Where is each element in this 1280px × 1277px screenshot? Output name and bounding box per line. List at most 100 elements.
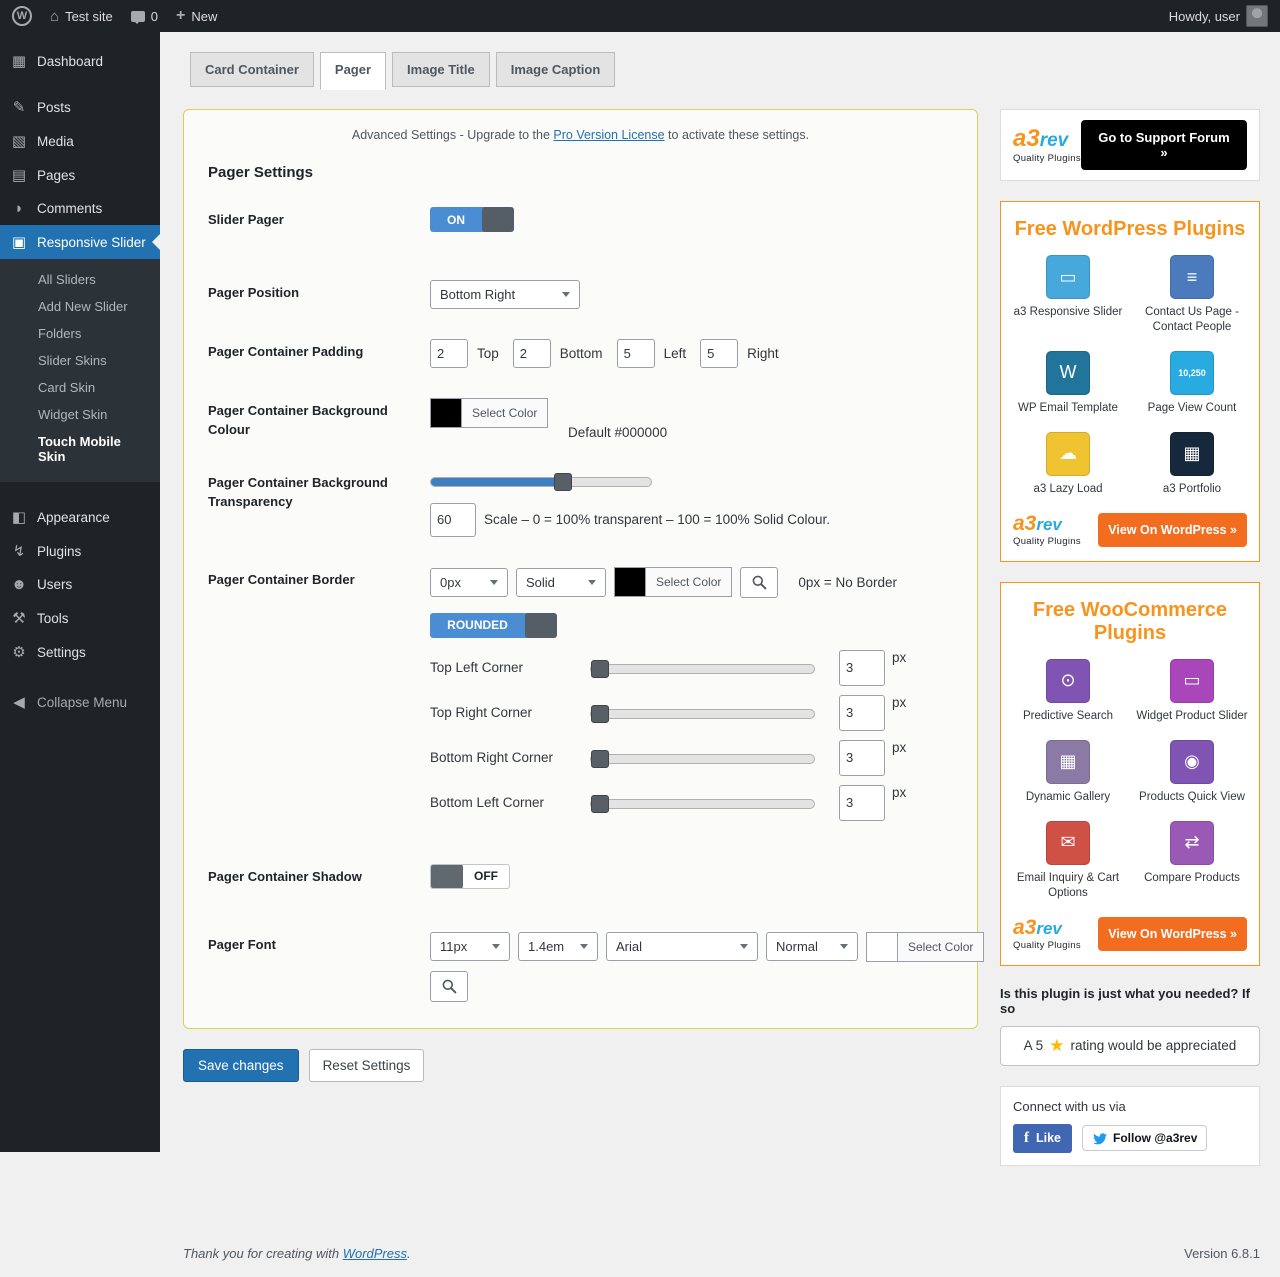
facebook-like-button[interactable]: f Like <box>1013 1124 1072 1153</box>
tab-image-title[interactable]: Image Title <box>392 52 490 87</box>
sidebar-sub-touch-mobile-skin[interactable]: Touch Mobile Skin <box>0 428 160 470</box>
font-weight-select[interactable]: Normal <box>766 932 858 961</box>
font-preview-button[interactable] <box>430 971 468 1002</box>
slider-handle[interactable] <box>591 660 609 678</box>
plugin-name: a3 Responsive Slider <box>1014 305 1123 320</box>
slider-handle[interactable] <box>591 750 609 768</box>
view-on-wordpress-button[interactable]: View On WordPress » <box>1098 917 1247 951</box>
padding-bottom-input[interactable] <box>513 339 551 368</box>
corner-radius-slider[interactable] <box>590 750 815 768</box>
view-on-wordpress-button[interactable]: View On WordPress » <box>1098 513 1247 547</box>
plugin-item[interactable]: ▦ Dynamic Gallery <box>1011 740 1125 805</box>
font-color-control[interactable]: Select Color <box>866 932 984 962</box>
slider-pager-toggle[interactable]: ON <box>430 207 514 232</box>
tab-pager[interactable]: Pager <box>320 52 386 90</box>
sidebar-item-collapse-menu[interactable]: ◀ Collapse Menu <box>0 685 160 719</box>
wordpress-logo-icon[interactable]: W <box>12 6 32 26</box>
font-size-select[interactable]: 11px <box>430 932 510 961</box>
howdy-label: Howdy, user <box>1169 9 1240 24</box>
support-forum-button[interactable]: Go to Support Forum » <box>1081 120 1247 170</box>
slider-track[interactable] <box>590 664 815 674</box>
plugin-item[interactable]: ◉ Products Quick View <box>1135 740 1249 805</box>
sidebar-item-media[interactable]: ▧ Media <box>0 124 160 158</box>
border-select-color-button[interactable]: Select Color <box>645 567 732 597</box>
sidebar-item-posts[interactable]: ✎ Posts <box>0 90 160 124</box>
sidebar-sub-slider-skins[interactable]: Slider Skins <box>0 347 160 374</box>
sidebar-sub-card-skin[interactable]: Card Skin <box>0 374 160 401</box>
slider-handle[interactable] <box>591 705 609 723</box>
slider-track[interactable] <box>590 709 815 719</box>
sidebar-item-settings[interactable]: ⚙ Settings <box>0 635 160 669</box>
sidebar-item-users[interactable]: ☻ Users <box>0 568 160 601</box>
font-family-select[interactable]: Arial <box>606 932 758 961</box>
plugin-item[interactable]: ▭ a3 Responsive Slider <box>1011 255 1125 335</box>
rounded-corners-toggle[interactable]: ROUNDED <box>430 613 557 638</box>
toggle-handle[interactable] <box>431 864 463 889</box>
border-preview-button[interactable] <box>740 567 778 598</box>
corner-radius-input[interactable] <box>839 785 885 821</box>
sidebar-sub-all-sliders[interactable]: All Sliders <box>0 266 160 293</box>
twitter-follow-button[interactable]: Follow @a3rev <box>1082 1125 1207 1151</box>
plugin-item[interactable]: ✉ Email Inquiry & Cart Options <box>1011 821 1125 901</box>
border-width-select[interactable]: 0px <box>430 568 508 597</box>
background-select-color-button[interactable]: Select Color <box>461 398 548 428</box>
sidebar-item-plugins[interactable]: ↯ Plugins <box>0 534 160 568</box>
toggle-handle[interactable] <box>482 207 514 232</box>
save-changes-button[interactable]: Save changes <box>183 1049 299 1082</box>
slider-track[interactable] <box>430 477 652 487</box>
corner-radius-slider[interactable] <box>590 705 815 723</box>
slider-track[interactable] <box>590 754 815 764</box>
border-style-select[interactable]: Solid <box>516 568 606 597</box>
pager-shadow-toggle[interactable]: OFF <box>430 864 510 889</box>
plugin-item[interactable]: W WP Email Template <box>1011 351 1125 416</box>
rating-box[interactable]: A 5 ★ rating would be appreciated <box>1000 1026 1260 1066</box>
sidebar-sub-folders[interactable]: Folders <box>0 320 160 347</box>
slider-handle[interactable] <box>591 795 609 813</box>
line-height-select[interactable]: 1.4em <box>518 932 598 961</box>
plugin-name: Widget Product Slider <box>1136 709 1247 724</box>
transparency-input[interactable] <box>430 503 476 537</box>
site-name-link[interactable]: ⌂ Test site <box>50 0 113 32</box>
transparency-slider[interactable] <box>430 473 652 491</box>
sidebar-item-pages[interactable]: ▤ Pages <box>0 158 160 192</box>
howdy-menu[interactable]: Howdy, user <box>1169 0 1268 32</box>
plugin-item[interactable]: ▦ a3 Portfolio <box>1135 432 1249 497</box>
sidebar-sub-add-new-slider[interactable]: Add New Slider <box>0 293 160 320</box>
sidebar-item-responsive-slider[interactable]: ▣ Responsive Slider <box>0 225 160 259</box>
padding-right-input[interactable] <box>700 339 738 368</box>
reset-settings-button[interactable]: Reset Settings <box>309 1049 425 1082</box>
corner-radius-input[interactable] <box>839 650 885 686</box>
background-color-control[interactable]: Select Color <box>430 398 548 428</box>
corner-radius-slider[interactable] <box>590 660 815 678</box>
tab-card-container[interactable]: Card Container <box>190 52 314 87</box>
plugin-item[interactable]: ☁ a3 Lazy Load <box>1011 432 1125 497</box>
plugin-item[interactable]: ⊙ Predictive Search <box>1011 659 1125 724</box>
plugin-item[interactable]: ≡ Contact Us Page - Contact People <box>1135 255 1249 335</box>
sidebar-item-comments[interactable]: ◗ Comments <box>0 192 160 225</box>
admin-bar-new[interactable]: + New <box>176 0 217 32</box>
plugin-item[interactable]: ▭ Widget Product Slider <box>1135 659 1249 724</box>
plugin-item[interactable]: ⇄ Compare Products <box>1135 821 1249 901</box>
slider-track[interactable] <box>590 799 815 809</box>
corner-radius-input[interactable] <box>839 695 885 731</box>
corner-radius-input[interactable] <box>839 740 885 776</box>
sidebar-item-dashboard[interactable]: ▦ Dashboard <box>0 44 160 78</box>
pager-position-select[interactable]: Bottom Right <box>430 280 580 309</box>
padding-left-input[interactable] <box>617 339 655 368</box>
font-select-color-button[interactable]: Select Color <box>897 932 984 962</box>
plugin-item[interactable]: 10,250 Page View Count <box>1135 351 1249 416</box>
sidebar-sub-widget-skin[interactable]: Widget Skin <box>0 401 160 428</box>
wordpress-link[interactable]: WordPress <box>343 1246 407 1261</box>
sidebar-item-tools[interactable]: ⚒ Tools <box>0 601 160 635</box>
slider-handle[interactable] <box>554 473 572 491</box>
sidebar-item-label: Responsive Slider <box>37 235 146 250</box>
pro-version-license-link[interactable]: Pro Version License <box>553 128 664 142</box>
tab-image-caption[interactable]: Image Caption <box>496 52 616 87</box>
admin-bar-comments[interactable]: 0 <box>131 0 158 32</box>
sidebar-item-appearance[interactable]: ◧ Appearance <box>0 500 160 534</box>
corner-radius-slider[interactable] <box>590 795 815 813</box>
toggle-handle[interactable] <box>525 613 557 638</box>
media-icon: ▧ <box>10 132 28 150</box>
padding-top-input[interactable] <box>430 339 468 368</box>
border-color-control[interactable]: Select Color <box>614 567 732 597</box>
